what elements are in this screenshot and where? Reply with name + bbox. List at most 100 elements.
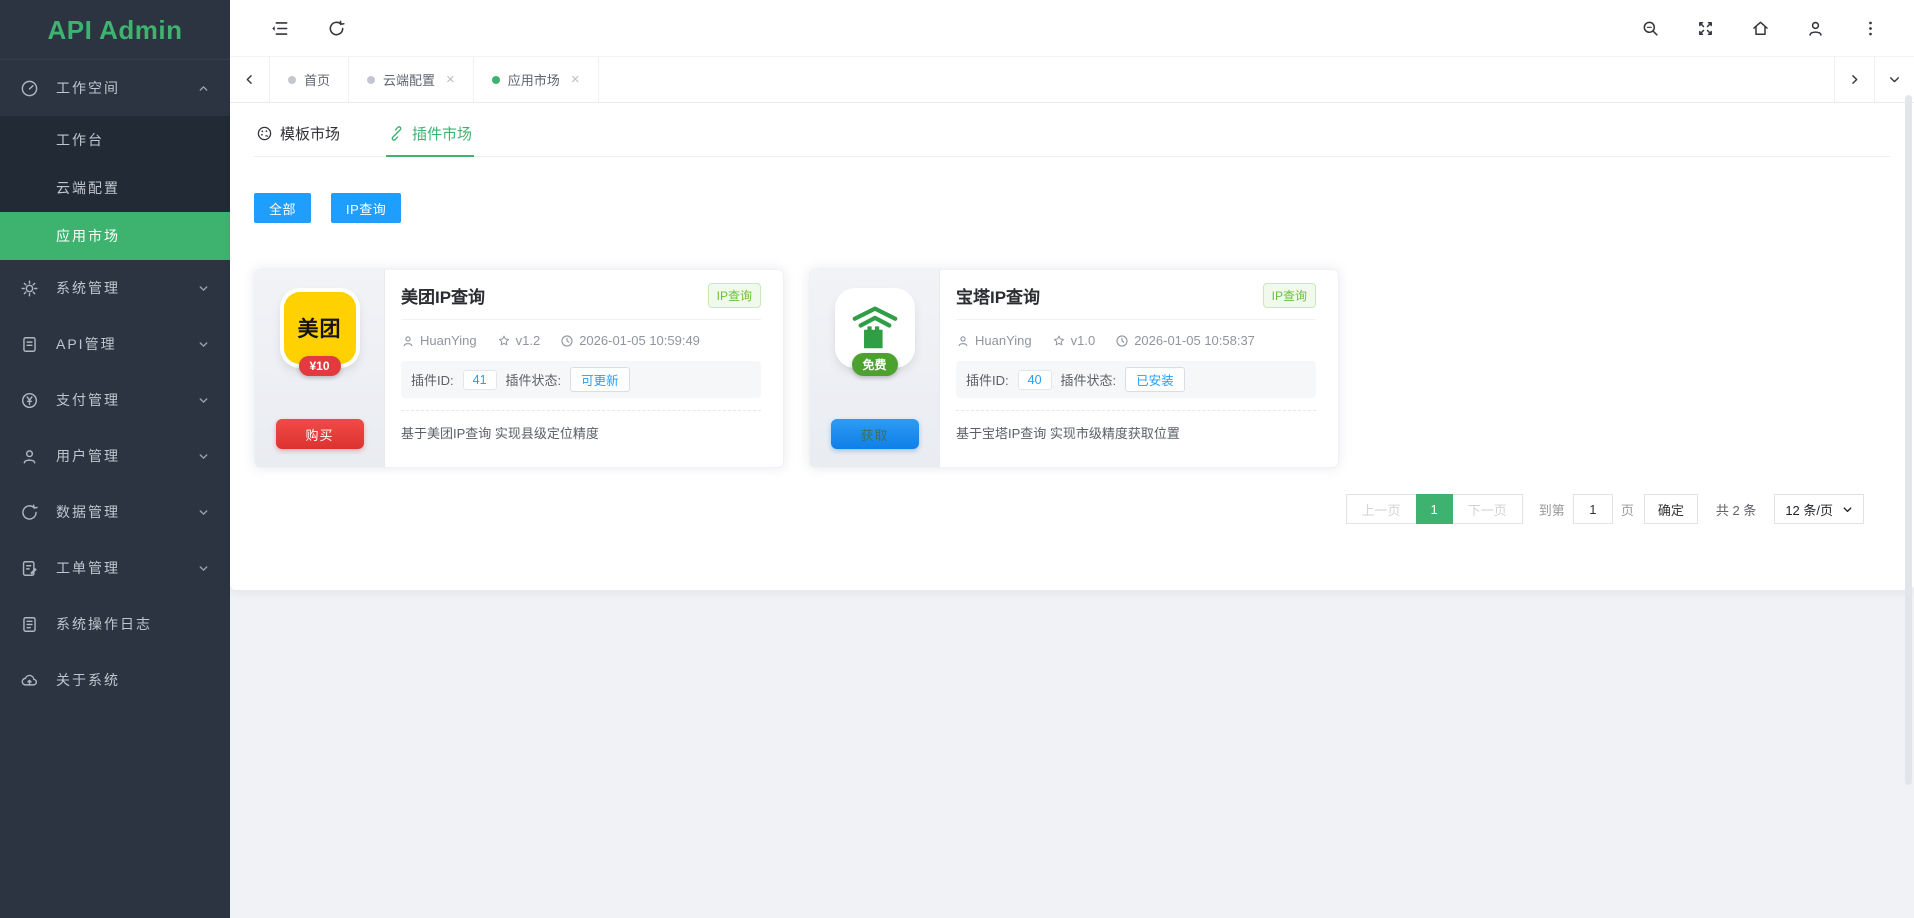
plugin-updated: 2026-01-05 10:59:49: [560, 333, 700, 348]
plugin-card-left: 美团 ¥10 购买: [255, 270, 385, 467]
about-icon: [20, 671, 39, 690]
tab-status-dot: [288, 76, 296, 84]
gear-icon: [20, 279, 39, 298]
app-logo: API Admin: [0, 0, 230, 60]
sidebar-item-ticket-mgmt[interactable]: 工单管理: [0, 540, 230, 596]
chevron-down-icon: [197, 506, 210, 519]
users-icon: [20, 447, 39, 466]
plugin-status-value[interactable]: 可更新: [570, 367, 630, 392]
chevron-down-icon: [197, 562, 210, 575]
tabs-scroll-right-button[interactable]: [1834, 57, 1874, 102]
market-tabs: 模板市场 插件市场: [254, 117, 1890, 157]
plugin-card: 免费 获取 宝塔IP查询 IP查询: [809, 269, 1339, 468]
sidebar-item-label: 应用市场: [56, 226, 120, 246]
sidebar-item-workspace[interactable]: 工作空间: [0, 60, 230, 116]
tab-label: 首页: [304, 70, 330, 89]
tab-status-dot: [367, 76, 375, 84]
ticket-icon: [20, 559, 39, 578]
filter-all-button[interactable]: 全部: [254, 193, 311, 223]
plugin-card-body: 宝塔IP查询 IP查询 HuanYing v1.0: [940, 270, 1338, 467]
sidebar-item-cloud-config[interactable]: 云端配置: [0, 164, 230, 212]
close-icon[interactable]: ×: [446, 72, 455, 87]
sidebar-item-workbench[interactable]: 工作台: [0, 116, 230, 164]
free-badge: 免费: [851, 353, 897, 376]
toolbar-left-group: [270, 19, 346, 38]
data-sync-icon: [20, 503, 39, 522]
plugin-info-strip: 插件ID: 41 插件状态: 可更新: [401, 361, 761, 398]
plugin-card-body: 美团IP查询 IP查询 HuanYing v1.2: [385, 270, 783, 467]
price-badge: ¥10: [298, 356, 340, 376]
top-toolbar: [230, 0, 1914, 57]
plugin-icon: [388, 125, 405, 142]
sidebar-item-label: 工单管理: [56, 558, 120, 578]
tab-template-market[interactable]: 模板市场: [254, 117, 342, 156]
sidebar-item-system-mgmt[interactable]: 系统管理: [0, 260, 230, 316]
market-tab-label: 插件市场: [412, 123, 472, 144]
meituan-app-icon: 美团: [284, 292, 356, 364]
plugin-title: 宝塔IP查询: [956, 283, 1040, 308]
get-button[interactable]: 获取: [831, 419, 919, 449]
category-filter-bar: 全部 IP查询: [254, 193, 1890, 223]
plugin-icon-wrap: 免费: [839, 292, 911, 364]
search-icon[interactable]: [1641, 19, 1660, 38]
goto-page-unit: 页: [1621, 500, 1634, 519]
plugin-category-tag: IP查询: [708, 283, 761, 308]
more-icon[interactable]: [1861, 19, 1880, 38]
close-icon[interactable]: ×: [571, 72, 580, 87]
sidebar-item-about-system[interactable]: 关于系统: [0, 652, 230, 708]
workspace-submenu: 工作台 云端配置 应用市场: [0, 116, 230, 260]
sidebar-item-api-mgmt[interactable]: API管理: [0, 316, 230, 372]
sidebar-item-label: 系统管理: [56, 278, 120, 298]
goto-page-label: 到第: [1539, 500, 1565, 519]
user-icon[interactable]: [1806, 19, 1825, 38]
plugin-version: v1.0: [1052, 333, 1096, 348]
prev-page-button[interactable]: 上一页: [1346, 494, 1417, 524]
vertical-scrollbar[interactable]: [1905, 95, 1912, 785]
current-page-button[interactable]: 1: [1416, 494, 1453, 524]
goto-confirm-button[interactable]: 确定: [1644, 494, 1698, 524]
toolbar-right-group: [1641, 19, 1880, 38]
sidebar-item-payment-mgmt[interactable]: 支付管理: [0, 372, 230, 428]
sidebar-item-app-market[interactable]: 应用市场: [0, 212, 230, 260]
total-count-label: 共 2 条: [1716, 500, 1756, 519]
next-page-button[interactable]: 下一页: [1452, 494, 1523, 524]
market-panel: 模板市场 插件市场 全部 IP查询: [230, 103, 1914, 590]
plugin-version: v1.2: [497, 333, 541, 348]
fold-icon[interactable]: [270, 19, 289, 38]
tab-label: 应用市场: [508, 70, 560, 89]
sidebar-item-label: 数据管理: [56, 502, 120, 522]
tab-plugin-market[interactable]: 插件市场: [386, 117, 474, 156]
chevron-down-icon: [197, 450, 210, 463]
tabs-scroll-left-button[interactable]: [230, 57, 270, 102]
plugin-id-label: 插件ID:: [411, 370, 454, 389]
chevron-down-icon: [1842, 504, 1853, 515]
sidebar-item-label: 工作台: [56, 130, 104, 150]
page-size-select[interactable]: 12 条/页: [1774, 494, 1864, 524]
plugin-info-strip: 插件ID: 40 插件状态: 已安装: [956, 361, 1316, 398]
tab-home[interactable]: 首页: [270, 57, 349, 102]
tab-status-dot: [492, 76, 500, 84]
sidebar-item-label: 关于系统: [56, 670, 120, 690]
page-size-value: 12 条/页: [1785, 500, 1833, 519]
fullscreen-icon[interactable]: [1696, 19, 1715, 38]
tab-cloud-config[interactable]: 云端配置 ×: [349, 57, 474, 102]
plugin-id-label: 插件ID:: [966, 370, 1009, 389]
goto-page-input[interactable]: [1573, 494, 1613, 524]
sidebar-item-operation-log[interactable]: 系统操作日志: [0, 596, 230, 652]
sidebar-item-user-mgmt[interactable]: 用户管理: [0, 428, 230, 484]
filter-ip-query-button[interactable]: IP查询: [331, 193, 401, 223]
sidebar-item-label: 用户管理: [56, 446, 120, 466]
payment-icon: [20, 391, 39, 410]
buy-button[interactable]: 购买: [276, 419, 364, 449]
plugin-meta-row: HuanYing v1.2 2026-01-05 10:59:49: [401, 333, 761, 348]
plugin-status-value[interactable]: 已安装: [1125, 367, 1185, 392]
refresh-icon[interactable]: [327, 19, 346, 38]
tab-app-market[interactable]: 应用市场 ×: [474, 57, 599, 102]
home-icon[interactable]: [1751, 19, 1770, 38]
plugin-description: 基于宝塔IP查询 实现市级精度获取位置: [956, 410, 1316, 442]
sidebar-item-data-mgmt[interactable]: 数据管理: [0, 484, 230, 540]
pagination-bar: 上一页 1 下一页 到第 页 确定 共 2 条 12 条/页: [254, 494, 1864, 524]
plugin-id-value: 40: [1018, 370, 1052, 390]
market-tab-label: 模板市场: [280, 123, 340, 144]
plugin-icon-wrap: 美团 ¥10: [284, 292, 356, 364]
